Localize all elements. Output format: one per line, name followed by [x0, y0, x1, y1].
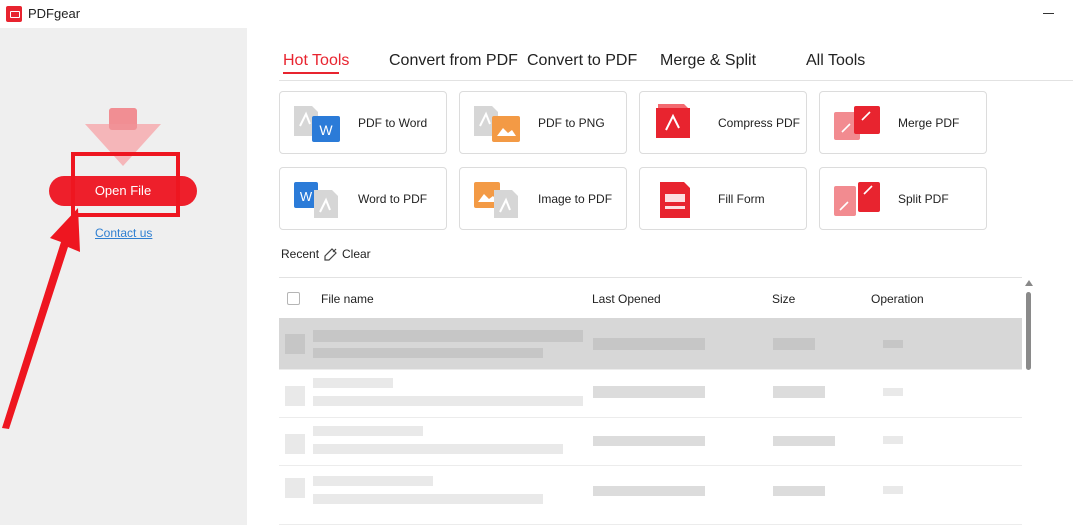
size-redacted	[773, 386, 825, 398]
file-name-redacted	[313, 426, 423, 436]
select-all-checkbox[interactable]	[287, 292, 300, 305]
pdf-to-png-icon	[474, 106, 520, 142]
file-path-redacted	[313, 348, 543, 358]
tool-label: PDF to Word	[358, 116, 428, 130]
split-pdf-icon	[834, 180, 880, 218]
table-header: File name Last Opened Size Operation	[279, 292, 1022, 310]
file-path-redacted	[313, 494, 543, 504]
scroll-up-icon[interactable]	[1025, 280, 1033, 286]
compress-pdf-icon	[656, 104, 690, 138]
file-thumbnail	[285, 386, 305, 406]
file-path-redacted	[313, 444, 563, 454]
tool-label: PDF to PNG	[538, 116, 605, 130]
app-title: PDFgear	[28, 6, 81, 21]
last-opened-redacted	[593, 436, 705, 446]
column-size[interactable]: Size	[772, 292, 795, 306]
sidebar	[0, 28, 247, 525]
scroll-thumb[interactable]	[1026, 292, 1031, 370]
last-opened-redacted	[593, 386, 705, 398]
tool-label: Fill Form	[718, 192, 765, 206]
pdfgear-logo-icon	[6, 6, 22, 22]
operation-redacted	[883, 486, 903, 494]
tool-image-to-pdf[interactable]: Image to PDF	[459, 167, 627, 230]
pdf-to-word-icon: W	[294, 106, 340, 142]
merge-pdf-icon	[834, 106, 880, 140]
last-opened-redacted	[593, 486, 705, 496]
tool-pdf-to-word[interactable]: W PDF to Word	[279, 91, 447, 154]
column-operation[interactable]: Operation	[871, 292, 924, 306]
tool-label: Split PDF	[898, 192, 949, 206]
tool-word-to-pdf[interactable]: W Word to PDF	[279, 167, 447, 230]
file-thumbnail	[285, 478, 305, 498]
file-name-redacted	[313, 378, 393, 388]
tool-label: Compress PDF	[718, 116, 801, 130]
file-path-redacted	[313, 396, 583, 406]
tab-merge-split[interactable]: Merge & Split	[660, 52, 756, 70]
tool-label: Image to PDF	[538, 192, 613, 206]
tool-label: Merge PDF	[898, 116, 960, 130]
table-row[interactable]	[279, 318, 1022, 370]
operation-redacted	[883, 340, 903, 348]
table-row[interactable]	[279, 420, 1022, 466]
svg-text:W: W	[319, 122, 333, 138]
tab-convert-from-pdf[interactable]: Convert from PDF	[389, 52, 518, 70]
clear-button[interactable]: Clear	[342, 247, 371, 261]
fill-form-icon	[660, 182, 690, 218]
column-file-name[interactable]: File name	[321, 292, 374, 306]
divider	[279, 80, 1073, 81]
svg-text:W: W	[300, 189, 313, 204]
tool-label: Word to PDF	[358, 192, 428, 206]
tab-hot-tools[interactable]: Hot Tools	[283, 52, 349, 70]
recent-label: Recent	[281, 247, 320, 261]
active-tab-indicator	[283, 72, 339, 74]
table-row[interactable]	[279, 468, 1022, 525]
last-opened-redacted	[593, 338, 705, 350]
contact-us-link[interactable]: Contact us	[95, 226, 152, 240]
file-thumbnail	[285, 334, 305, 354]
divider	[279, 277, 1022, 278]
tool-split-pdf[interactable]: Split PDF	[819, 167, 987, 230]
column-last-opened[interactable]: Last Opened	[592, 292, 661, 306]
tool-pdf-to-png[interactable]: PDF to PNG	[459, 91, 627, 154]
tab-all-tools[interactable]: All Tools	[806, 52, 865, 70]
highlight-box	[71, 152, 180, 217]
size-redacted	[773, 338, 815, 350]
file-name-redacted	[313, 476, 433, 486]
tab-convert-to-pdf[interactable]: Convert to PDF	[527, 52, 637, 70]
operation-redacted	[883, 436, 903, 444]
tool-fill-form[interactable]: Fill Form	[639, 167, 807, 230]
title-bar: PDFgear	[0, 0, 1073, 28]
image-to-pdf-icon	[474, 182, 518, 218]
table-row[interactable]	[279, 372, 1022, 418]
tool-compress-pdf[interactable]: Compress PDF	[639, 91, 807, 154]
tool-merge-pdf[interactable]: Merge PDF	[819, 91, 987, 154]
word-to-pdf-icon: W	[294, 182, 338, 218]
operation-redacted	[883, 388, 903, 396]
size-redacted	[773, 486, 825, 496]
broom-icon[interactable]	[323, 247, 339, 261]
vertical-scrollbar[interactable]	[1022, 280, 1036, 525]
minimize-button[interactable]	[1043, 13, 1054, 14]
file-thumbnail	[285, 434, 305, 454]
file-name-redacted	[313, 330, 583, 342]
size-redacted	[773, 436, 835, 446]
